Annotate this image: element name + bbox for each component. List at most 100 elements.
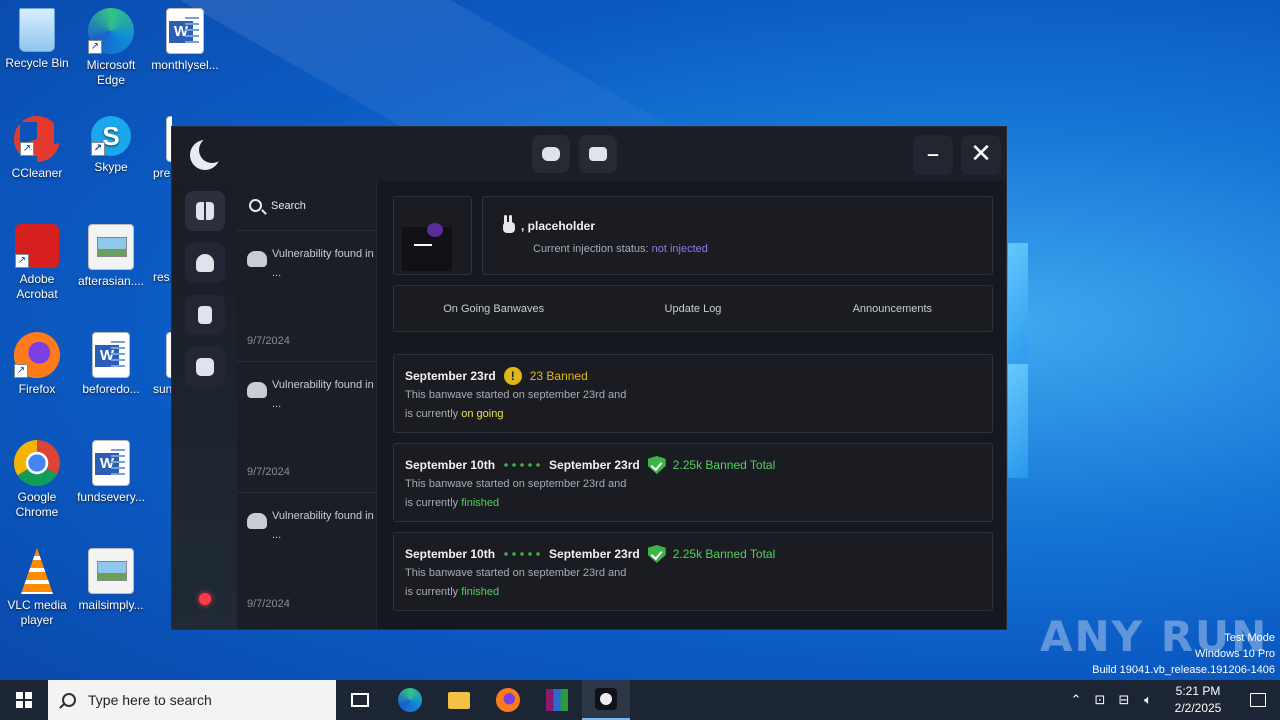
injection-status-value: not injected	[651, 243, 708, 255]
cloud-download-icon	[247, 251, 267, 267]
injection-status-label: Current injection status:	[533, 243, 649, 255]
notification-icon	[1250, 693, 1266, 707]
clock-time: 5:21 PM	[1175, 684, 1221, 698]
skype-icon: S ↗	[91, 116, 131, 156]
folder-icon	[448, 691, 470, 709]
desktop-icon-label: monthlysel...	[151, 58, 219, 72]
title-bar[interactable]: – ✕	[172, 127, 1006, 181]
desktop-icon-word-doc[interactable]: W beforedo...	[74, 332, 148, 397]
desktop-icon-recycle-bin[interactable]: Recycle Bin	[0, 8, 74, 71]
desktop-icon-label: Skype	[94, 160, 128, 174]
desktop-icon-firefox[interactable]: ↗ Firefox	[0, 332, 74, 397]
banwave-desc-text: This banwave started on september 23rd a…	[405, 478, 627, 490]
task-view-icon	[351, 693, 369, 707]
search-bar[interactable]: Search	[237, 181, 376, 231]
sidebar-cloud-button[interactable]	[185, 243, 225, 283]
user-avatar	[393, 196, 472, 275]
adobe-acrobat-icon: ↗	[15, 224, 59, 268]
banwave-status: finished	[461, 586, 500, 598]
desktop-icon-image-file[interactable]: afterasian....	[74, 224, 148, 289]
shortcut-arrow-icon: ↗	[14, 364, 28, 378]
desktop-icon-image-file[interactable]: mailsimply...	[74, 548, 148, 613]
shield-check-icon	[647, 456, 666, 474]
storage-tab-button[interactable]	[579, 135, 617, 173]
device-icon[interactable]: ⊡	[1088, 680, 1112, 720]
desktop-icon-partial[interactable]: res	[148, 224, 172, 285]
task-view-button[interactable]	[336, 680, 384, 720]
taskbar-search-box[interactable]: Type here to search	[48, 680, 336, 720]
feed-item[interactable]: Vulnerability found in ... 9/7/2024	[237, 231, 376, 362]
chevron-up-icon[interactable]: ⌃	[1064, 680, 1088, 720]
connection-status-dot	[199, 593, 211, 605]
cloud-download-icon	[247, 382, 267, 398]
feed-item-title: Vulnerability found in ...	[272, 510, 374, 541]
banwave-status: finished	[461, 497, 500, 509]
desktop-icon-partial[interactable]: pre	[148, 116, 172, 181]
desktop-icon-skype[interactable]: S ↗ Skype	[74, 116, 148, 175]
desktop-icon-label: Recycle Bin	[5, 56, 69, 70]
banwave-card: September 10th September 23rd 2.25k Bann…	[393, 443, 993, 522]
sidebar-document-button[interactable]	[185, 295, 225, 335]
sidebar-settings-button[interactable]	[185, 347, 225, 387]
desktop-icon-edge[interactable]: ↗ Microsoft Edge	[74, 8, 148, 88]
banwave-description: This banwave started on september 23rd a…	[405, 475, 675, 513]
greeting: , placeholder	[501, 215, 595, 233]
desktop-icon-label: res	[153, 270, 170, 284]
network-icon[interactable]: ⊟	[1112, 680, 1136, 720]
recycle-bin-icon	[19, 8, 55, 52]
desktop-icon-ccleaner[interactable]: ↗ CCleaner	[0, 116, 74, 181]
windows-icon	[16, 692, 32, 708]
taskbar-clock[interactable]: 5:21 PM 2/2/2025	[1160, 683, 1236, 717]
desktop-icon-label: fundsevery...	[77, 490, 145, 504]
banwave-desc-text: This banwave started on september 23rd a…	[405, 389, 627, 401]
database-icon	[589, 147, 607, 161]
edge-icon: ↗	[88, 8, 134, 54]
winrar-icon	[546, 689, 568, 711]
sidebar-home-button[interactable]	[185, 191, 225, 231]
feed-item[interactable]: Vulnerability found in ... 9/7/2024	[237, 493, 376, 624]
windows-logo-pane-bottom	[1008, 364, 1028, 478]
banwave-status-prefix: is currently	[405, 497, 459, 509]
word-document-icon: W	[92, 440, 130, 486]
banwave-card: September 23rd ! 23 Banned This banwave …	[393, 354, 993, 433]
settings-icon	[196, 358, 214, 376]
taskbar-winrar[interactable]	[533, 680, 581, 720]
desktop-icon-label: Adobe Acrobat	[16, 272, 58, 301]
tab-update-log[interactable]: Update Log	[593, 303, 792, 315]
document-icon	[198, 306, 212, 324]
desktop-icon-word-doc[interactable]: W fundsevery...	[74, 440, 148, 505]
firefox-icon	[496, 688, 520, 712]
desktop-icon-word-doc[interactable]: W monthlysel...	[148, 8, 222, 73]
feed-item-title: Vulnerability found in ...	[272, 379, 374, 410]
script-icon	[542, 147, 560, 161]
tab-ongoing-banwaves[interactable]: On Going Banwaves	[394, 303, 593, 315]
volume-icon[interactable]: 🔈︎	[1136, 680, 1160, 720]
desktop-icon-label: pre	[153, 166, 171, 180]
desktop-icon-adobe-acrobat[interactable]: ↗ Adobe Acrobat	[0, 224, 74, 302]
desktop-icon-partial[interactable]: sun	[148, 332, 172, 397]
editor-tab-button[interactable]	[532, 135, 570, 173]
taskbar-firefox[interactable]	[484, 680, 532, 720]
system-info: Test Mode Windows 10 Pro Build 19041.vb_…	[1092, 630, 1275, 678]
banwave-desc-text: This banwave started on september 23rd a…	[405, 567, 627, 579]
firefox-icon: ↗	[14, 332, 60, 378]
tab-announcements[interactable]: Announcements	[793, 303, 992, 315]
search-icon	[62, 693, 76, 707]
banwave-status-prefix: is currently	[405, 408, 459, 420]
feed-item[interactable]: Vulnerability found in ... 9/7/2024	[237, 362, 376, 493]
test-mode-text: Test Mode	[1224, 632, 1275, 644]
vlc-cone-icon	[21, 548, 53, 594]
notification-center-button[interactable]	[1236, 680, 1280, 720]
desktop-icon-vlc[interactable]: VLC media player	[0, 548, 74, 628]
taskbar-moon-app[interactable]	[582, 680, 630, 720]
desktop-icon-label: Firefox	[18, 382, 56, 396]
start-button[interactable]	[0, 680, 48, 720]
banwave-count: 2.25k Banned Total	[672, 547, 776, 561]
close-button[interactable]: ✕	[961, 135, 1001, 175]
banwave-count: 23 Banned	[529, 369, 588, 383]
taskbar-edge[interactable]	[386, 680, 434, 720]
desktop-icon-label: Microsoft Edge	[86, 58, 136, 87]
desktop-icon-google-chrome[interactable]: Google Chrome	[0, 440, 74, 520]
taskbar-file-explorer[interactable]	[435, 680, 483, 720]
minimize-button[interactable]: –	[913, 135, 953, 175]
